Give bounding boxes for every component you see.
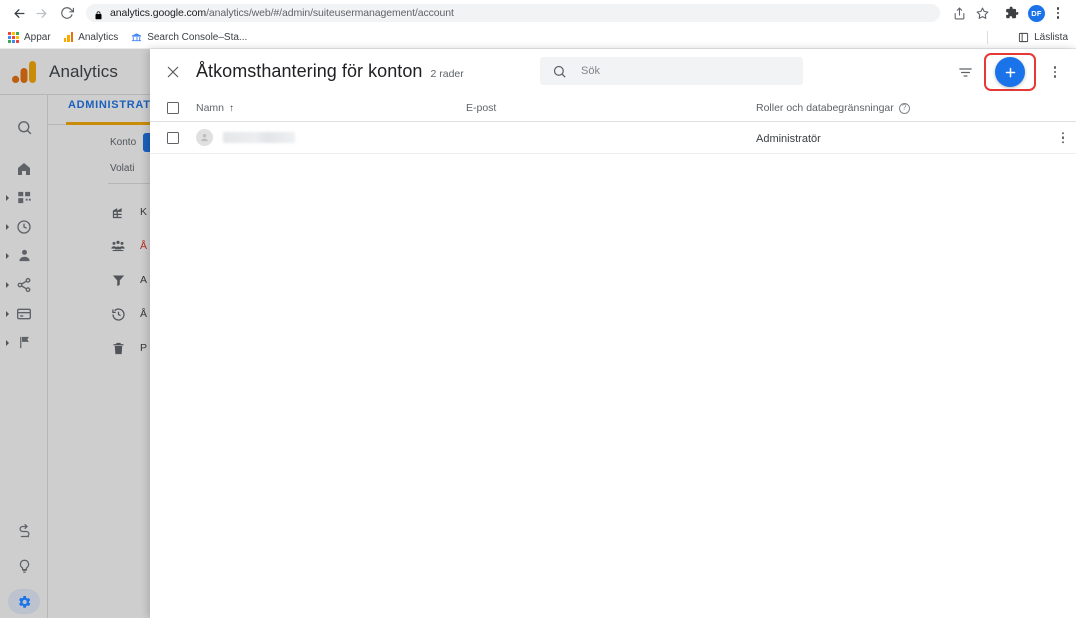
puzzle-icon[interactable] xyxy=(1002,3,1022,23)
search-icon xyxy=(16,119,33,136)
bookmark-analytics[interactable]: Analytics xyxy=(63,31,119,43)
avatar[interactable]: DF xyxy=(1028,4,1045,22)
column-label: E-post xyxy=(466,102,497,114)
address-bar-text: analytics.google.com/analytics/web/#/adm… xyxy=(110,7,454,19)
dialog-title: Åtkomsthantering för konton xyxy=(196,61,423,81)
flag-icon xyxy=(17,335,32,350)
dashboard-icon xyxy=(17,190,32,205)
row-overflow-menu[interactable] xyxy=(1061,131,1064,144)
search-icon xyxy=(552,64,567,79)
divider xyxy=(987,31,988,44)
dialog-header: Åtkomsthantering för konton 2 rader xyxy=(150,49,1076,95)
kebab-menu-icon[interactable] xyxy=(1048,3,1068,23)
column-label: Roller och databegränsningar xyxy=(756,102,894,114)
column-header-name[interactable]: Namn ↑ xyxy=(196,102,466,114)
reading-list-button[interactable]: Läslista xyxy=(1018,26,1068,49)
column-label: Namn xyxy=(196,102,225,114)
row-count: 2 rader xyxy=(430,68,464,80)
card-icon xyxy=(16,306,32,322)
help-circle-icon[interactable]: ? xyxy=(898,102,910,114)
home-icon xyxy=(16,161,32,177)
gear-icon xyxy=(16,594,32,610)
bookmark-label: Analytics xyxy=(78,31,119,43)
filter-list-icon[interactable] xyxy=(950,57,980,87)
table-header-row: Namn ↑ E-post Roller och databegränsning… xyxy=(150,95,1076,122)
apps-grid-icon xyxy=(8,31,19,43)
search-input[interactable] xyxy=(581,65,791,77)
add-user-highlight xyxy=(984,53,1036,91)
address-bar[interactable]: analytics.google.com/analytics/web/#/adm… xyxy=(86,4,940,22)
reading-list-icon xyxy=(1018,32,1029,43)
person-avatar-icon xyxy=(196,129,213,146)
reload-icon[interactable] xyxy=(56,2,78,24)
analytics-bars-icon xyxy=(63,32,74,42)
back-arrow-icon[interactable] xyxy=(8,2,30,24)
users-table: Namn ↑ E-post Roller och databegränsning… xyxy=(150,95,1076,154)
star-icon[interactable] xyxy=(972,3,992,23)
access-management-dialog: Åtkomsthantering för konton 2 rader Sök … xyxy=(150,49,1076,618)
cell-name xyxy=(196,129,466,146)
bookmark-label: Appar xyxy=(24,31,51,43)
lightbulb-icon xyxy=(17,559,32,574)
lock-icon xyxy=(94,8,103,19)
cell-roles: Administratör xyxy=(756,129,1076,147)
share-icon[interactable] xyxy=(949,3,969,23)
close-icon[interactable] xyxy=(150,49,196,95)
bookmark-apps[interactable]: Appar xyxy=(8,31,51,43)
select-all-checkbox[interactable] xyxy=(167,102,179,114)
bookmark-search-console[interactable]: Search Console–Sta... xyxy=(131,32,247,43)
reading-list-label: Läslista xyxy=(1034,32,1068,43)
forward-arrow-icon[interactable] xyxy=(30,2,52,24)
table-row[interactable]: Administratör xyxy=(150,122,1076,154)
search-console-icon xyxy=(131,32,142,43)
plus-icon xyxy=(1003,65,1018,80)
dialog-title-group: Åtkomsthantering för konton 2 rader xyxy=(196,61,464,82)
sort-ascending-icon: ↑ xyxy=(229,102,235,114)
dialog-overflow-menu[interactable] xyxy=(1040,57,1070,87)
select-all-cell[interactable] xyxy=(150,102,196,114)
browser-toolbar: analytics.google.com/analytics/web/#/adm… xyxy=(0,0,1076,26)
role-label: Administratör xyxy=(756,132,821,145)
redacted-name xyxy=(223,132,295,143)
analytics-app: Analytics Alla k xyxy=(0,49,1076,618)
dialog-header-actions xyxy=(950,49,1070,95)
bookmark-label: Search Console–Sta... xyxy=(147,31,248,43)
share-nodes-icon xyxy=(16,277,32,293)
column-header-email[interactable]: E-post xyxy=(466,102,756,114)
screenshot-root: analytics.google.com/analytics/web/#/adm… xyxy=(0,0,1076,618)
attribution-icon xyxy=(17,524,32,539)
person-icon xyxy=(17,248,32,263)
add-user-button[interactable] xyxy=(995,57,1025,87)
clock-icon xyxy=(16,219,32,235)
row-select-cell[interactable] xyxy=(150,131,196,144)
bookmarks-bar: Appar Analytics Search Console–Sta... Lä… xyxy=(0,26,1076,49)
column-header-roles[interactable]: Roller och databegränsningar ? xyxy=(756,102,1076,114)
row-checkbox[interactable] xyxy=(167,131,179,144)
search-box[interactable] xyxy=(540,57,803,85)
